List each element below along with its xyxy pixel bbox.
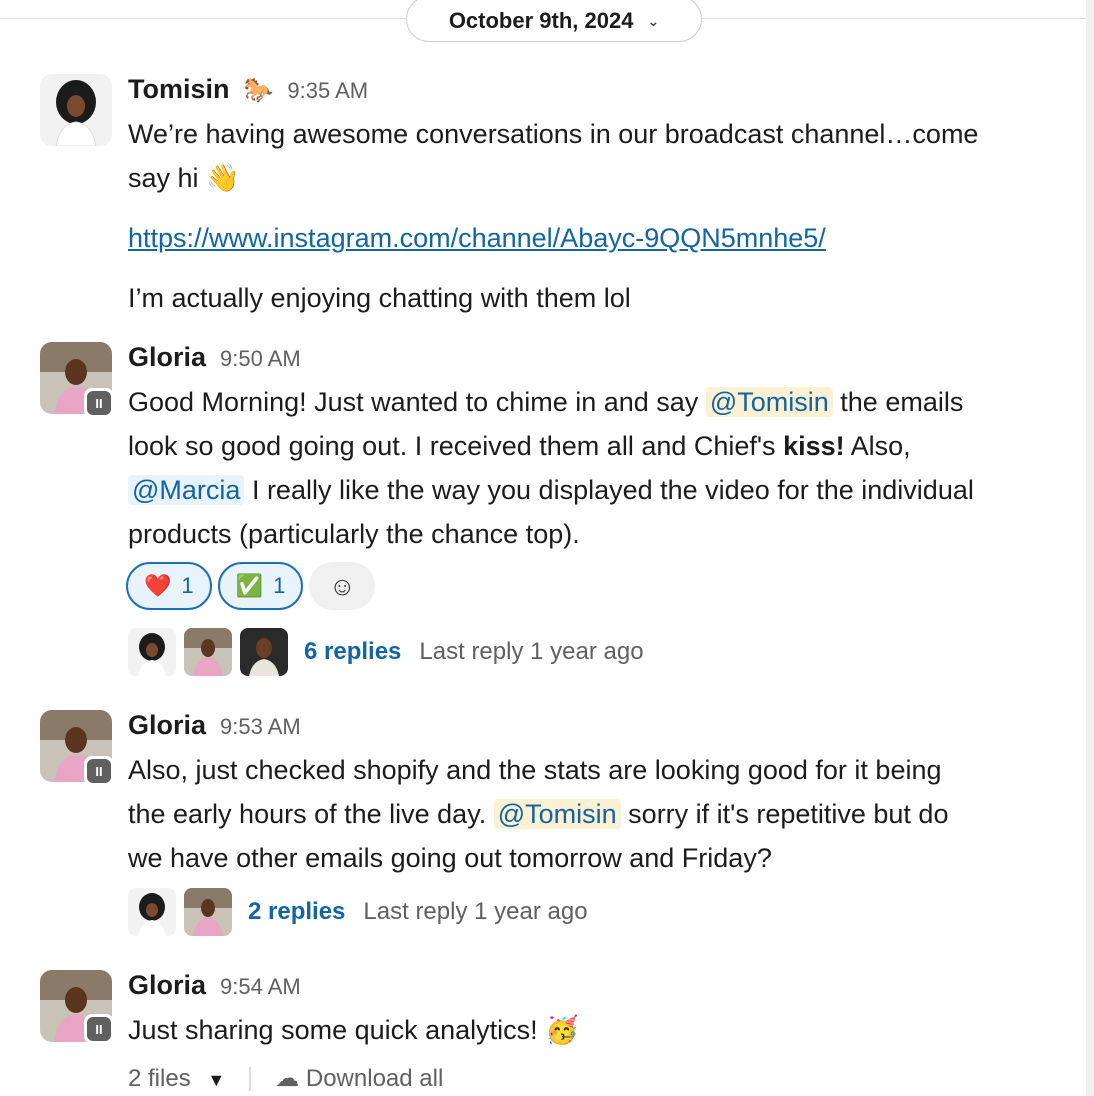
message-line: look so good going out. I received them … — [128, 424, 1068, 468]
instagram-link[interactable]: https://www.instagram.com/channel/Abayc-… — [128, 223, 826, 253]
reaction-count: 1 — [181, 573, 194, 598]
reaction-checkmark[interactable]: ✅ 1 — [217, 562, 304, 610]
date-divider-button[interactable]: October 9th, 2024 ⌄ — [406, 0, 702, 42]
message-text: Good Morning! Just wanted to chime in an… — [128, 387, 699, 417]
timestamp[interactable]: 9:54 AM — [220, 974, 301, 1000]
reply-avatar-gloria — [184, 628, 232, 676]
add-reaction-button[interactable]: ☺ — [309, 562, 376, 610]
status-badge: II — [84, 388, 114, 418]
message-line: the early hours of the live day. @Tomisi… — [128, 792, 1068, 836]
files-bar: 2 files ▼ ☁ Download all — [128, 1064, 443, 1093]
message-line: say hi 👋 — [128, 156, 1068, 200]
message-line: @Marcia I really like the way you displa… — [128, 468, 1068, 512]
thread-summary[interactable]: 2 replies Last reply 1 year ago — [128, 888, 588, 936]
timestamp[interactable]: 9:53 AM — [220, 714, 301, 740]
scrollbar[interactable] — [1086, 0, 1094, 1096]
message-text: say hi — [128, 163, 199, 193]
message-body: Good Morning! Just wanted to chime in an… — [128, 380, 1068, 556]
message-text: Also, — [850, 431, 911, 461]
heart-icon: ❤️ — [144, 573, 172, 598]
cloud-download-icon: ☁ — [275, 1065, 300, 1092]
files-count: 2 files — [128, 1064, 191, 1092]
files-toggle[interactable]: 2 files ▼ — [128, 1065, 225, 1093]
message-text: look so good going out. I received them … — [128, 431, 776, 461]
message-body: Also, just checked shopify and the stats… — [128, 748, 1068, 880]
pause-icon: II — [87, 391, 111, 415]
reply-avatar-gloria — [184, 888, 232, 936]
bold-text: kiss! — [783, 431, 845, 461]
caret-down-icon: ▼ — [207, 1069, 226, 1090]
reaction-heart[interactable]: ❤️ 1 — [126, 562, 212, 610]
chevron-down-icon: ⌄ — [647, 12, 660, 29]
reactions-bar: ❤️ 1 ✅ 1 ☺ — [126, 562, 376, 610]
divider — [249, 1066, 252, 1091]
message-text: sorry if it's repetitive but do — [628, 799, 949, 829]
message-body: Just sharing some quick analytics! 🥳 — [128, 1008, 1068, 1052]
author-name[interactable]: Tomisin — [128, 74, 230, 105]
reaction-count: 1 — [273, 573, 286, 598]
last-reply-text: Last reply 1 year ago — [419, 638, 644, 665]
message-line: we have other emails going out tomorrow … — [128, 843, 772, 873]
message-text: the early hours of the live day. — [128, 799, 487, 829]
replies-link[interactable]: 2 replies — [248, 898, 345, 926]
message-text: Just sharing some quick analytics! — [128, 1015, 538, 1045]
download-all-button[interactable]: ☁ Download all — [275, 1064, 443, 1093]
download-label: Download all — [305, 1065, 444, 1092]
message-line: I’m actually enjoying chatting with them… — [128, 283, 631, 313]
add-emoji-icon: ☺ — [329, 570, 356, 601]
mention-tomisin[interactable]: @Tomisin — [705, 387, 833, 417]
avatar-tomisin[interactable] — [40, 74, 112, 146]
message-line: products (particularly the chance top). — [128, 519, 580, 549]
party-face-icon: 🥳 — [545, 1015, 579, 1045]
reply-avatar-tomisin — [128, 628, 176, 676]
mention-tomisin[interactable]: @Tomisin — [493, 799, 621, 829]
horse-icon: 🐎 — [243, 77, 274, 104]
message-body: We’re having awesome conversations in ou… — [128, 112, 1068, 320]
status-badge: II — [84, 756, 114, 786]
author-name[interactable]: Gloria — [128, 710, 206, 741]
message-text: the emails — [840, 387, 964, 417]
thread-summary[interactable]: 6 replies Last reply 1 year ago — [128, 628, 644, 676]
author-name[interactable]: Gloria — [128, 342, 206, 373]
pause-icon: II — [87, 1017, 111, 1041]
message-text: I really like the way you displayed the … — [251, 475, 974, 505]
message-line: Also, just checked shopify and the stats… — [128, 755, 942, 785]
timestamp[interactable]: 9:35 AM — [287, 78, 368, 104]
status-badge: II — [84, 1014, 114, 1044]
mention-marcia[interactable]: @Marcia — [128, 475, 245, 505]
check-icon: ✅ — [235, 573, 264, 598]
pause-icon: II — [87, 759, 111, 783]
message-line: Good Morning! Just wanted to chime in an… — [128, 380, 1068, 424]
link-line: https://www.instagram.com/channel/Abayc-… — [128, 216, 1068, 260]
wave-icon: 👋 — [206, 163, 240, 193]
reply-avatar-marcia — [240, 628, 288, 676]
author-name[interactable]: Gloria — [128, 970, 206, 1001]
reply-avatar-tomisin — [128, 888, 176, 936]
timestamp[interactable]: 9:50 AM — [220, 346, 301, 372]
last-reply-text: Last reply 1 year ago — [363, 898, 588, 925]
date-label: October 9th, 2024 — [448, 8, 634, 33]
replies-link[interactable]: 6 replies — [304, 638, 401, 666]
message-line: We’re having awesome conversations in ou… — [128, 119, 979, 149]
